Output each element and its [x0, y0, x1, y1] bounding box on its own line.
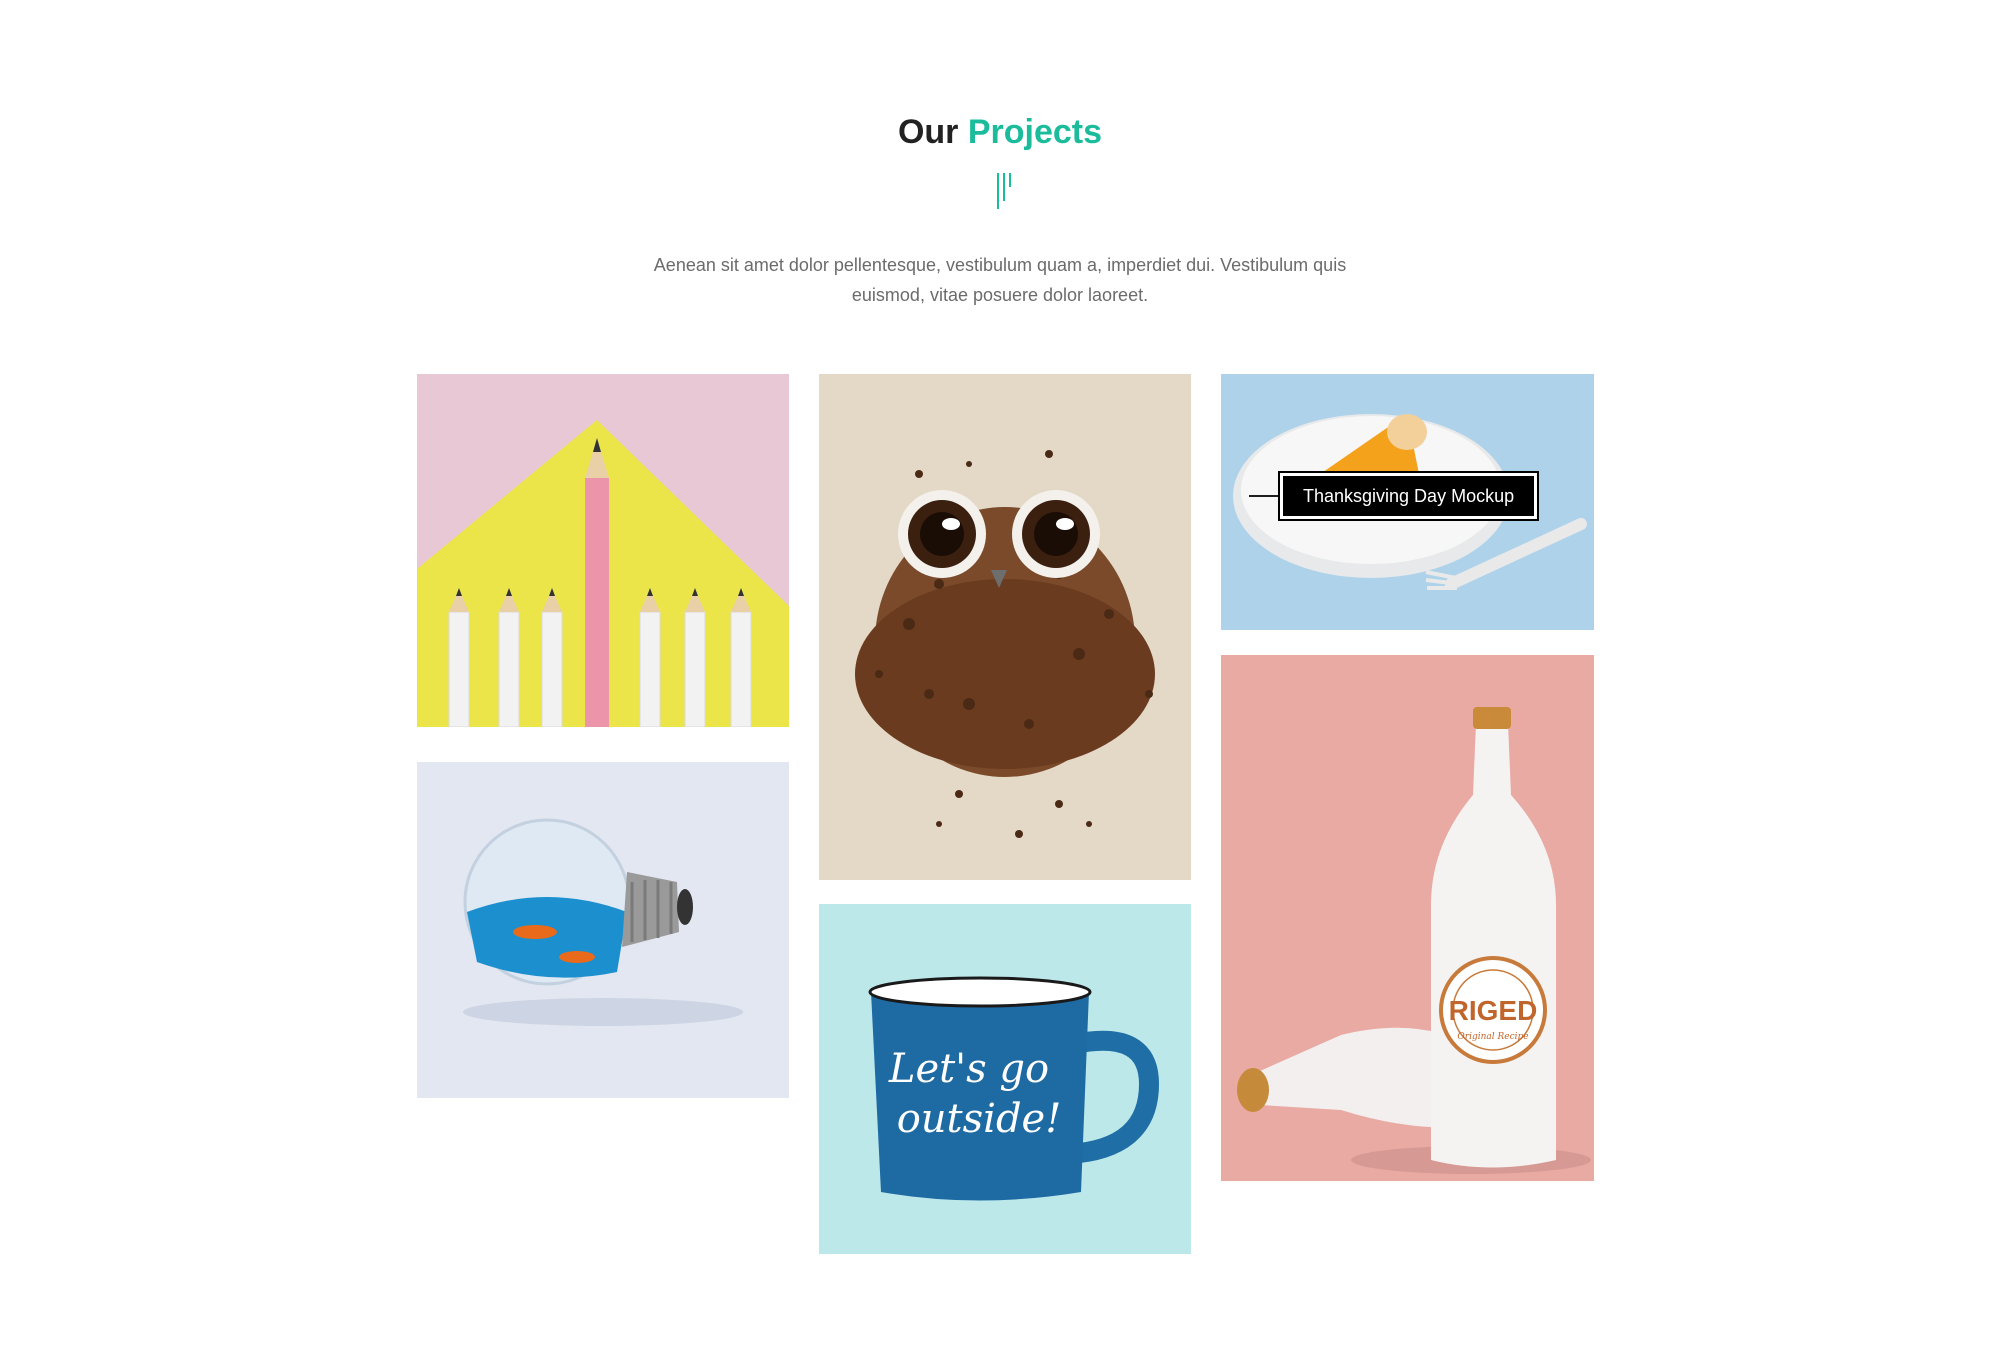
project-tile-bottles[interactable]: RIGED Original Recipe — [1221, 655, 1594, 1181]
section-title: Our Projects — [0, 108, 2000, 156]
bottle-label-text: RIGED — [1449, 995, 1538, 1026]
title-prefix: Our — [897, 113, 959, 151]
mug-text-line-1: Let's go — [888, 1046, 1049, 1092]
project-tile-mug[interactable]: Let's go outside! — [819, 904, 1191, 1254]
pencils-image — [417, 374, 789, 727]
project-tile-pencils[interactable] — [417, 374, 789, 727]
coffee-owl-image — [819, 374, 1191, 880]
project-hover-label[interactable]: Thanksgiving Day Mockup — [1277, 471, 1540, 521]
project-tile-pie[interactable]: Thanksgiving Day Mockup — [1221, 374, 1594, 630]
title-divider — [993, 173, 1023, 209]
bottles-image: RIGED Original Recipe — [1221, 655, 1594, 1181]
bottle-label-subtext: Original Recipe — [1457, 1032, 1528, 1042]
project-tile-lightbulb[interactable] — [417, 762, 789, 1098]
lightbulb-fish-image — [417, 762, 789, 1098]
mug-text-line-2: outside! — [897, 1096, 1062, 1142]
title-accent: Projects — [967, 113, 1103, 151]
mug-image: Let's go outside! — [819, 904, 1191, 1254]
hover-label-line — [1249, 495, 1283, 497]
section-description: Aenean sit amet dolor pellentesque, vest… — [653, 255, 1347, 305]
project-tile-coffee-owl[interactable] — [819, 374, 1191, 880]
